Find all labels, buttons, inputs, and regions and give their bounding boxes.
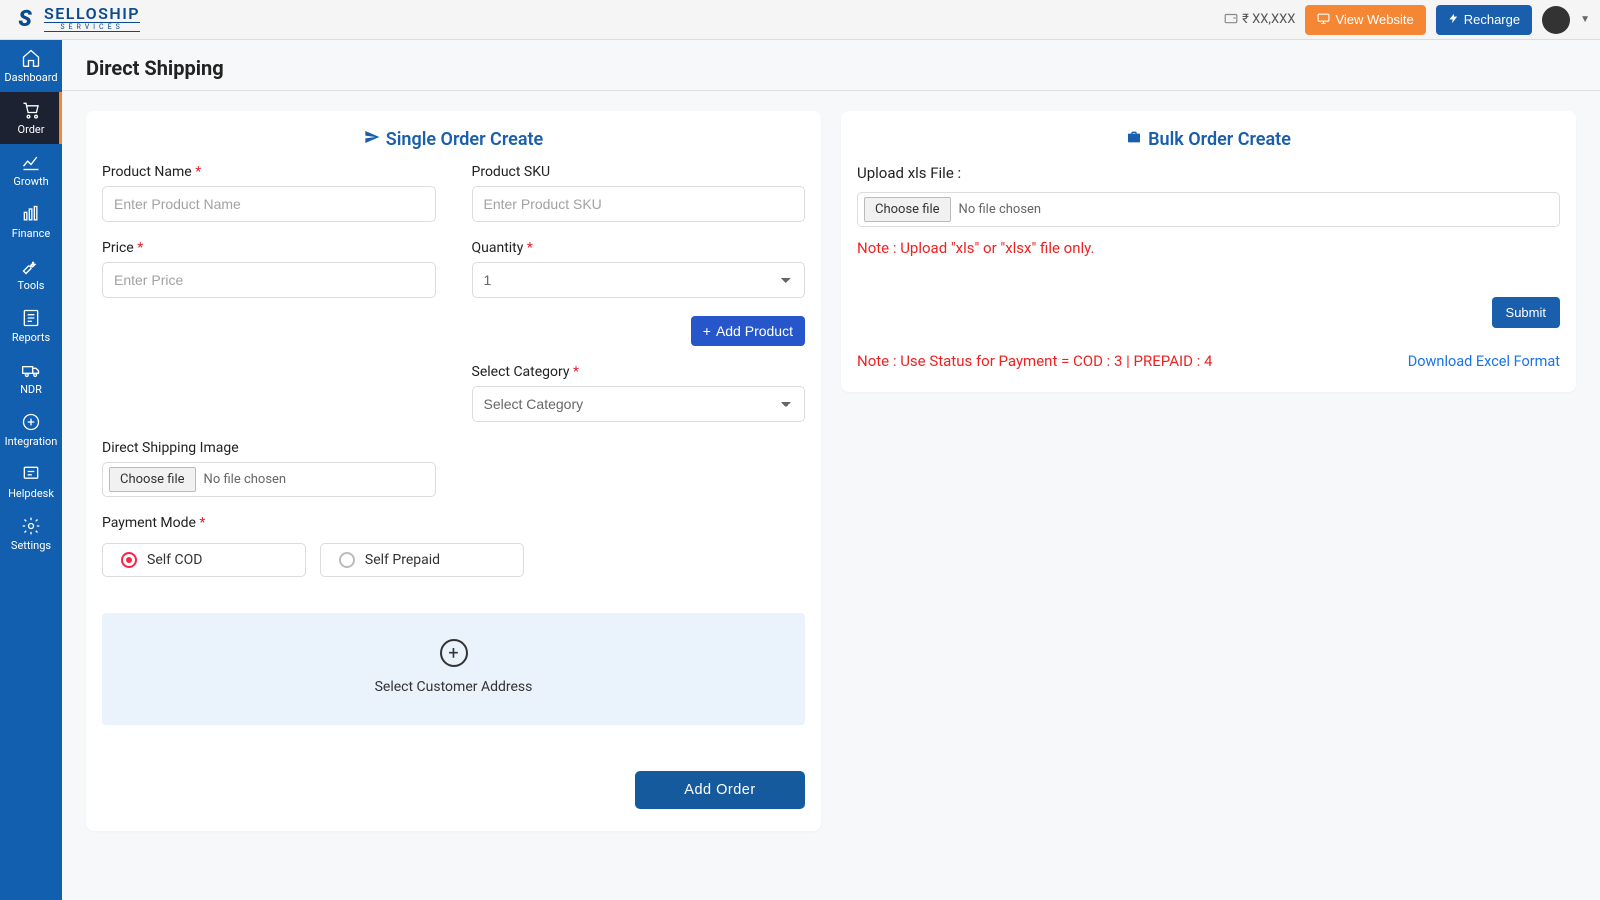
sidebar-item-settings[interactable]: Settings	[0, 508, 62, 560]
choose-file-button[interactable]: Choose file	[109, 467, 196, 492]
sidebar-item-label: Settings	[11, 539, 51, 552]
helpdesk-icon	[21, 464, 41, 484]
category-select[interactable]: Select Category	[472, 386, 806, 422]
monitor-icon	[1317, 12, 1330, 28]
growth-icon	[21, 152, 41, 172]
sidebar-item-tools[interactable]: Tools	[0, 248, 62, 300]
add-order-button[interactable]: Add Order	[635, 771, 805, 809]
radio-on-icon	[121, 552, 137, 568]
sidebar-item-finance[interactable]: Finance	[0, 196, 62, 248]
single-order-title: Single Order Create	[102, 129, 805, 150]
upload-note: Note : Upload "xls" or "xlsx" file only.	[857, 239, 1560, 257]
bulk-choose-file-button[interactable]: Choose file	[864, 197, 951, 222]
paper-plane-icon	[364, 129, 380, 150]
sidebar-item-dashboard[interactable]: Dashboard	[0, 40, 62, 92]
bulk-file-input[interactable]: Choose file No file chosen	[857, 192, 1560, 227]
sidebar-item-integration[interactable]: Integration	[0, 404, 62, 456]
bulk-submit-button[interactable]: Submit	[1492, 297, 1560, 328]
product-sku-input[interactable]	[472, 186, 806, 222]
sidebar-item-label: Integration	[5, 435, 58, 448]
sidebar-item-label: Tools	[18, 279, 45, 292]
avatar-caret-icon[interactable]: ▼	[1580, 14, 1590, 25]
cart-icon	[21, 100, 41, 120]
sidebar-item-order[interactable]: Order	[0, 92, 62, 144]
quantity-select[interactable]: 1	[472, 262, 806, 298]
wallet-icon	[1224, 11, 1238, 29]
bulk-no-file-text: No file chosen	[959, 202, 1042, 217]
select-customer-address[interactable]: + Select Customer Address	[102, 613, 805, 725]
reports-icon	[21, 308, 41, 328]
product-sku-label: Product SKU	[472, 164, 806, 180]
brand-name: SELLOSHIP	[44, 7, 140, 21]
sidebar-item-growth[interactable]: Growth	[0, 144, 62, 196]
sidebar-item-label: Reports	[12, 331, 50, 344]
download-excel-link[interactable]: Download Excel Format	[1408, 353, 1560, 370]
bulk-order-card: Bulk Order Create Upload xls File : Choo…	[841, 111, 1576, 392]
sidebar: Dashboard Order Growth Finance Tools Reports N…	[0, 40, 62, 900]
sidebar-item-reports[interactable]: Reports	[0, 300, 62, 352]
price-label: Price *	[102, 240, 436, 256]
finance-icon	[21, 204, 41, 224]
wallet-balance[interactable]: ₹ XX,XXX	[1224, 11, 1295, 29]
gear-icon	[21, 516, 41, 536]
product-name-input[interactable]	[102, 186, 436, 222]
sidebar-item-helpdesk[interactable]: Helpdesk	[0, 456, 62, 508]
shipping-image-file[interactable]: Choose file No file chosen	[102, 462, 436, 497]
shipping-image-label: Direct Shipping Image	[102, 440, 436, 456]
view-website-button[interactable]: View Website	[1305, 5, 1425, 35]
briefcase-icon	[1126, 129, 1142, 150]
sidebar-item-label: Order	[18, 123, 45, 136]
view-website-label: View Website	[1335, 12, 1413, 27]
payment-self-cod[interactable]: Self COD	[102, 543, 306, 577]
sidebar-item-label: Growth	[13, 175, 48, 188]
home-icon	[21, 48, 41, 68]
recharge-label: Recharge	[1464, 12, 1520, 27]
avatar[interactable]	[1542, 6, 1570, 34]
bolt-icon	[1448, 12, 1459, 28]
no-file-text: No file chosen	[204, 472, 287, 487]
payment-mode-label: Payment Mode *	[102, 515, 524, 531]
sidebar-item-label: Finance	[12, 227, 50, 240]
page-title: Direct Shipping	[86, 56, 1576, 80]
brand-logo: S SELLOSHIP SERVICES	[10, 7, 140, 31]
plus-icon: +	[703, 323, 711, 339]
truck-icon	[21, 360, 41, 380]
sidebar-item-label: NDR	[20, 383, 42, 396]
upload-xls-label: Upload xls File :	[857, 164, 1560, 182]
wallet-amount: ₹ XX,XXX	[1242, 12, 1295, 27]
recharge-button[interactable]: Recharge	[1436, 5, 1532, 35]
sidebar-item-label: Dashboard	[4, 71, 57, 84]
logo-mark-icon: S	[10, 7, 40, 31]
radio-off-icon	[339, 552, 355, 568]
add-product-button[interactable]: + Add Product	[691, 316, 805, 346]
plus-icon	[21, 412, 41, 432]
price-input[interactable]	[102, 262, 436, 298]
payment-status-note: Note : Use Status for Payment = COD : 3 …	[857, 352, 1212, 370]
brand-sub: SERVICES	[44, 22, 140, 32]
product-name-label: Product Name *	[102, 164, 436, 180]
sidebar-item-ndr[interactable]: NDR	[0, 352, 62, 404]
payment-self-prepaid[interactable]: Self Prepaid	[320, 543, 524, 577]
tools-icon	[21, 256, 41, 276]
single-order-card: Single Order Create Product Name * Produ…	[86, 111, 821, 831]
bulk-order-title: Bulk Order Create	[857, 129, 1560, 150]
quantity-label: Quantity *	[472, 240, 806, 256]
sidebar-item-label: Helpdesk	[8, 487, 54, 500]
select-category-label: Select Category *	[472, 364, 806, 380]
plus-circle-icon: +	[440, 639, 468, 667]
